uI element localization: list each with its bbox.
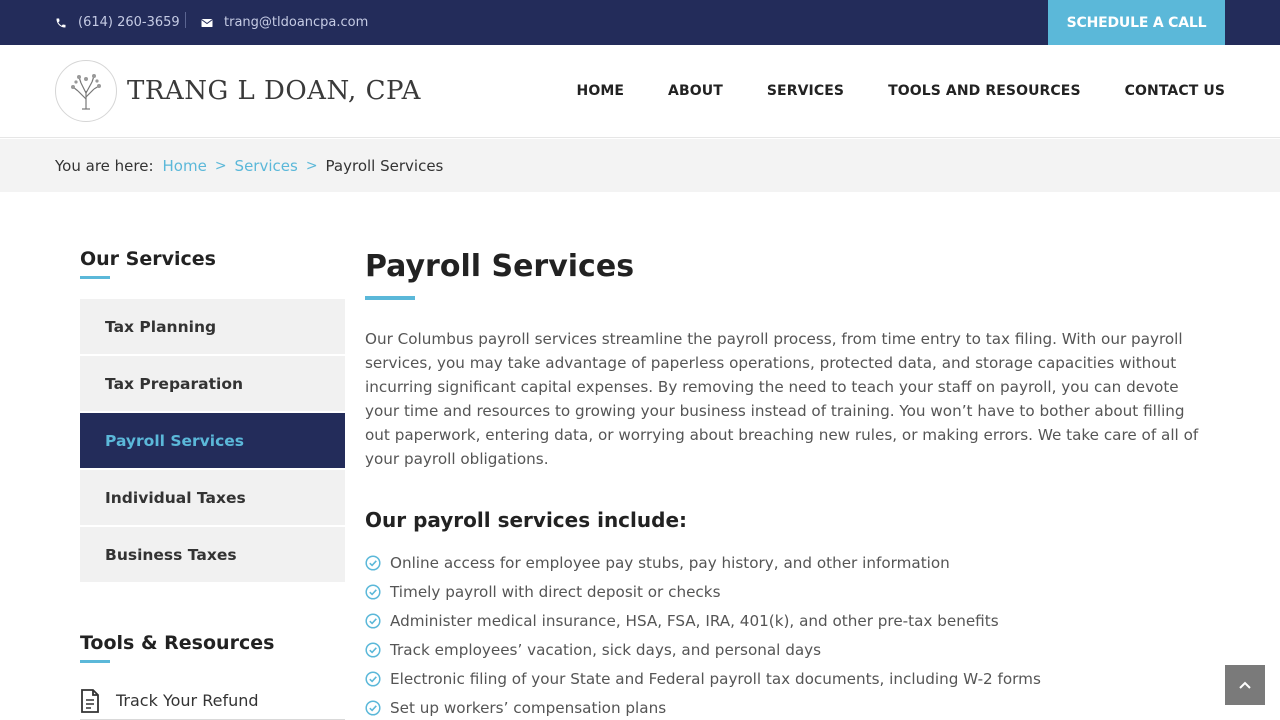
- nav-tools-and-resources[interactable]: TOOLS AND RESOURCES: [888, 83, 1081, 99]
- feature-list: Online access for employee pay stubs, pa…: [365, 548, 1200, 720]
- check-circle-icon: [365, 583, 381, 600]
- check-circle-icon: [365, 670, 381, 687]
- breadcrumb-separator: >: [305, 157, 318, 174]
- check-circle-icon: [365, 641, 381, 658]
- sidebar: Our Services Tax Planning Tax Preparatio…: [80, 248, 345, 720]
- feature-text: Electronic filing of your State and Fede…: [390, 669, 1041, 688]
- breadcrumb-services[interactable]: Services: [235, 157, 298, 175]
- list-item: Track employees’ vacation, sick days, an…: [365, 635, 1200, 664]
- services-heading: Our Services: [80, 248, 216, 270]
- phone-number: (614) 260-3659: [78, 15, 180, 30]
- tools-heading: Tools & Resources: [80, 632, 275, 654]
- list-item: Online access for employee pay stubs, pa…: [365, 548, 1200, 577]
- phone-link[interactable]: (614) 260-3659: [55, 0, 180, 45]
- tools-section: Tools & Resources: [80, 632, 274, 663]
- page-title: Payroll Services: [365, 249, 635, 284]
- breadcrumb-prefix: You are here:: [55, 156, 154, 175]
- logo[interactable]: TRANG L DOAN, CPA: [55, 60, 421, 122]
- title-underline: [365, 296, 415, 300]
- service-tax-preparation[interactable]: Tax Preparation: [80, 356, 345, 411]
- feature-text: Online access for employee pay stubs, pa…: [390, 553, 950, 572]
- tool-track-your-refund[interactable]: Track Your Refund: [80, 682, 345, 720]
- breadcrumb-home[interactable]: Home: [163, 157, 207, 175]
- chevron-up-icon: [1239, 681, 1251, 689]
- list-item: Timely payroll with direct deposit or ch…: [365, 577, 1200, 606]
- main-content: Payroll Services Our Columbus payroll se…: [365, 248, 1200, 720]
- topbar-divider: [185, 12, 186, 28]
- service-payroll-services[interactable]: Payroll Services: [80, 413, 345, 468]
- feature-text: Administer medical insurance, HSA, FSA, …: [390, 611, 999, 630]
- scroll-to-top-button[interactable]: [1225, 665, 1265, 705]
- service-tax-planning[interactable]: Tax Planning: [80, 299, 345, 354]
- email-address: trang@tldoancpa.com: [224, 15, 369, 30]
- envelope-icon: [201, 18, 213, 27]
- service-individual-taxes[interactable]: Individual Taxes: [80, 470, 345, 525]
- breadcrumb-separator: >: [214, 157, 227, 174]
- feature-text: Timely payroll with direct deposit or ch…: [390, 582, 721, 601]
- nav-contact-us[interactable]: CONTACT US: [1125, 83, 1225, 99]
- top-bar: (614) 260-3659 trang@tldoancpa.com SCHED…: [0, 0, 1280, 45]
- document-icon: [81, 688, 99, 713]
- site-header: TRANG L DOAN, CPA HOME ABOUT SERVICES TO…: [0, 45, 1280, 138]
- logo-tree-icon: [55, 60, 117, 122]
- nav-services[interactable]: SERVICES: [767, 83, 844, 99]
- check-circle-icon: [365, 612, 381, 629]
- feature-text: Track employees’ vacation, sick days, an…: [390, 640, 822, 659]
- breadcrumb: You are here: Home > Services > Payroll …: [0, 139, 1280, 192]
- phone-icon: [56, 18, 66, 27]
- main-nav: HOME ABOUT SERVICES TOOLS AND RESOURCES …: [533, 45, 1225, 137]
- email-link[interactable]: trang@tldoancpa.com: [201, 0, 368, 45]
- list-heading: Our payroll services include:: [365, 508, 688, 532]
- feature-text: Set up workers’ compensation plans: [390, 698, 667, 717]
- nav-home[interactable]: HOME: [577, 83, 625, 99]
- logo-text: TRANG L DOAN, CPA: [127, 76, 421, 106]
- list-item: Electronic filing of your State and Fede…: [365, 664, 1200, 693]
- intro-paragraph: Our Columbus payroll services streamline…: [365, 330, 1199, 468]
- list-item: Administer medical insurance, HSA, FSA, …: [365, 606, 1200, 635]
- services-menu: Tax Planning Tax Preparation Payroll Ser…: [80, 299, 345, 582]
- service-business-taxes[interactable]: Business Taxes: [80, 527, 345, 582]
- nav-about[interactable]: ABOUT: [668, 83, 723, 99]
- check-circle-icon: [365, 699, 381, 716]
- tool-label: Track Your Refund: [116, 691, 259, 710]
- check-circle-icon: [365, 554, 381, 571]
- list-item: Set up workers’ compensation plans: [365, 693, 1200, 720]
- breadcrumb-current: Payroll Services: [325, 156, 444, 175]
- heading-underline: [80, 660, 110, 663]
- heading-underline: [80, 276, 110, 279]
- schedule-call-button[interactable]: SCHEDULE A CALL: [1048, 0, 1225, 45]
